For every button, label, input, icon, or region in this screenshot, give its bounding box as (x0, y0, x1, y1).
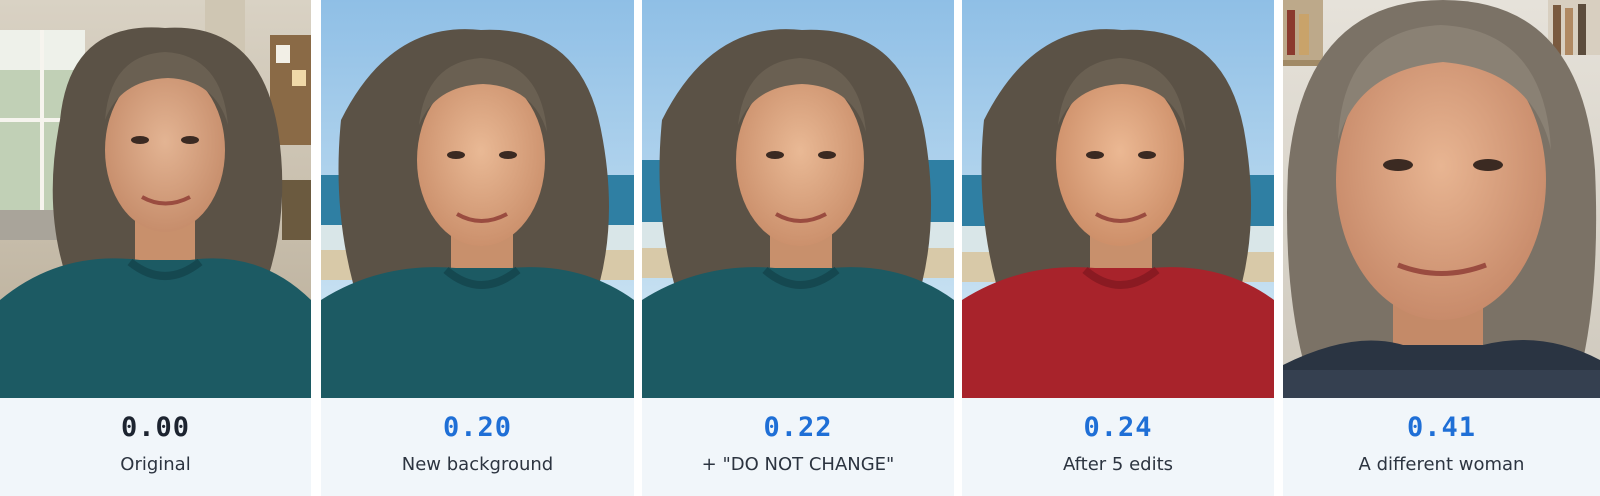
panel-original: 0.00 Original (0, 0, 311, 496)
panel-new-background: 0.20 New background (321, 0, 634, 496)
similarity-score: 0.41 (1406, 412, 1477, 443)
caption-after-5-edits: 0.24 After 5 edits (962, 398, 1274, 496)
panel-do-not-change: 0.22 + "DO NOT CHANGE" (642, 0, 954, 496)
portrait-photo-bookshelf (1283, 0, 1600, 398)
panel-label: New background (401, 454, 554, 475)
portrait-photo-beach (642, 0, 954, 398)
panel-after-5-edits: 0.24 After 5 edits (962, 0, 1274, 496)
caption-original: 0.00 Original (0, 398, 311, 496)
panel-different-woman: 0.41 A different woman (1283, 0, 1600, 496)
portrait-photo-kitchen (0, 0, 311, 398)
panel-label: A different woman (1358, 454, 1525, 475)
panel-label: + "DO NOT CHANGE" (701, 454, 895, 475)
portrait-photo-beach (321, 0, 634, 398)
similarity-score: 0.22 (763, 412, 833, 443)
caption-new-background: 0.20 New background (321, 398, 634, 496)
caption-different-woman: 0.41 A different woman (1283, 398, 1600, 496)
panel-label: After 5 edits (1062, 454, 1174, 475)
similarity-score: 0.20 (442, 412, 513, 443)
panel-label: Original (120, 454, 191, 475)
comparison-strip: 0.00 Original 0.20 New background 0.22 +… (0, 0, 1600, 496)
similarity-score: 0.00 (120, 412, 191, 443)
portrait-photo-red-sweater (962, 0, 1274, 398)
caption-do-not-change: 0.22 + "DO NOT CHANGE" (642, 398, 954, 496)
similarity-score: 0.24 (1083, 412, 1153, 443)
